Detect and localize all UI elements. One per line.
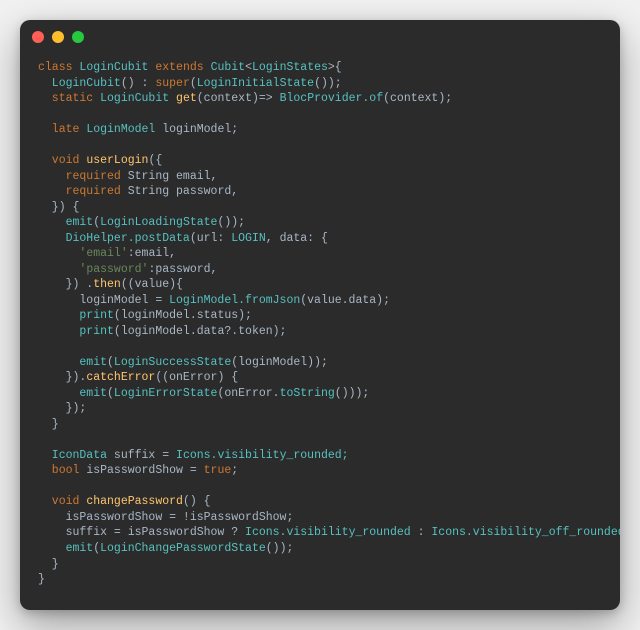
t: String <box>128 170 176 183</box>
t: () : <box>121 77 156 90</box>
t: catchError <box>86 371 155 384</box>
t: loginModel = <box>38 294 169 307</box>
t: void <box>38 154 86 167</box>
t: }) { <box>38 201 79 214</box>
t: (loginModel)); <box>231 356 328 369</box>
t: LoginModel.fromJson <box>169 294 300 307</box>
t: LoginChangePasswordState <box>100 542 266 555</box>
code-block: class LoginCubit extends Cubit<LoginStat… <box>20 54 620 610</box>
code-window: class LoginCubit extends Cubit<LoginStat… <box>20 20 620 610</box>
t: LoginModel <box>86 123 162 136</box>
t: super <box>155 77 190 90</box>
t: LoginInitialState <box>197 77 314 90</box>
t: required <box>38 170 128 183</box>
t: ((value){ <box>121 278 183 291</box>
t: loginModel; <box>162 123 238 136</box>
t: toString <box>280 387 335 400</box>
t: emit <box>38 542 93 555</box>
t: ()); <box>217 216 245 229</box>
t: LoginSuccessState <box>114 356 231 369</box>
t: required <box>38 185 128 198</box>
t: Icons.visibility_rounded; <box>176 449 349 462</box>
t: }). <box>38 371 86 384</box>
t: :email, <box>128 247 176 260</box>
t: (url: <box>190 232 231 245</box>
t: BlocProvider.of <box>280 92 384 105</box>
t: emit <box>38 356 107 369</box>
t: 'password' <box>79 263 148 276</box>
t: suffix = isPasswordShow ? <box>38 526 245 539</box>
t <box>38 247 79 260</box>
t: LoginLoadingState <box>100 216 217 229</box>
t: LoginCubit <box>38 77 121 90</box>
t: extends <box>155 61 210 74</box>
t: void <box>38 495 86 508</box>
t: ()); <box>314 77 342 90</box>
t: }); <box>38 402 86 415</box>
t: get <box>176 92 197 105</box>
t: :password, <box>148 263 217 276</box>
t: isPasswordShow = !isPasswordShow; <box>38 511 293 524</box>
t: Icons.visibility_off_rounded; <box>431 526 620 539</box>
t: (context)=> <box>197 92 280 105</box>
t: email, <box>176 170 217 183</box>
t: Icons.visibility_rounded <box>245 526 418 539</box>
t <box>38 263 79 276</box>
t: then <box>93 278 121 291</box>
t: LOGIN <box>231 232 266 245</box>
t: IconData <box>38 449 114 462</box>
t: ( <box>107 387 114 400</box>
t: LoginStates <box>252 61 328 74</box>
t: (context); <box>383 92 452 105</box>
t: ; <box>231 464 238 477</box>
t: Cubit <box>211 61 246 74</box>
t: } <box>38 418 59 431</box>
t: LoginCubit <box>79 61 155 74</box>
t: 'email' <box>79 247 127 260</box>
t: } <box>38 573 45 586</box>
t: static <box>38 92 100 105</box>
t: LoginErrorState <box>114 387 218 400</box>
t: (value.data); <box>300 294 390 307</box>
zoom-icon[interactable] <box>72 31 84 43</box>
t: ()); <box>266 542 294 555</box>
t: (loginModel.status); <box>114 309 252 322</box>
t: , data: { <box>266 232 328 245</box>
t: ({ <box>148 154 162 167</box>
t: ((onError) { <box>155 371 238 384</box>
minimize-icon[interactable] <box>52 31 64 43</box>
t: (onError. <box>217 387 279 400</box>
t: LoginCubit <box>100 92 176 105</box>
close-icon[interactable] <box>32 31 44 43</box>
window-titlebar <box>20 20 620 54</box>
t: }) . <box>38 278 93 291</box>
t: emit <box>38 216 93 229</box>
t: print <box>38 325 114 338</box>
t: true <box>204 464 232 477</box>
t: class <box>38 61 79 74</box>
t: bool <box>38 464 86 477</box>
t: : <box>418 526 432 539</box>
t: ())); <box>335 387 370 400</box>
t: isPasswordShow = <box>86 464 203 477</box>
t: DioHelper.postData <box>38 232 190 245</box>
t: emit <box>38 387 107 400</box>
t: (loginModel.data?.token); <box>114 325 287 338</box>
t: userLogin <box>86 154 148 167</box>
t: () { <box>183 495 211 508</box>
t: changePassword <box>86 495 183 508</box>
t: < <box>245 61 252 74</box>
t: String <box>128 185 176 198</box>
t: ( <box>107 356 114 369</box>
t: suffix = <box>114 449 176 462</box>
t: late <box>38 123 86 136</box>
t: print <box>38 309 114 322</box>
t: password, <box>176 185 238 198</box>
t: ( <box>190 77 197 90</box>
t: } <box>38 558 59 571</box>
t: >{ <box>328 61 342 74</box>
